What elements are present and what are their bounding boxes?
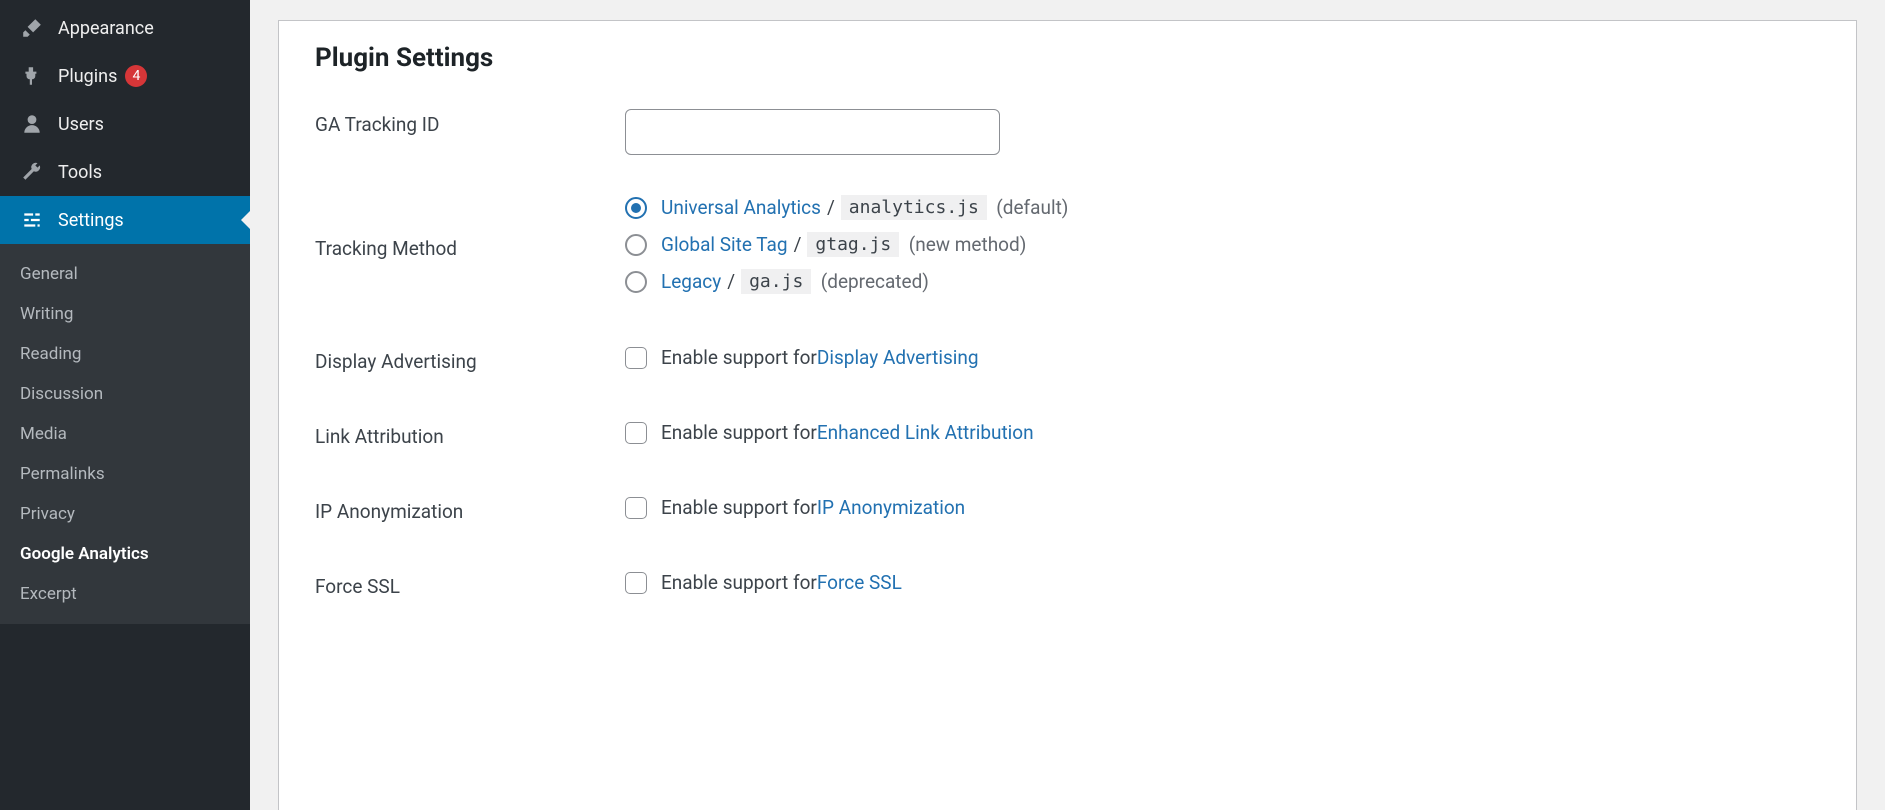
universal-analytics-link[interactable]: Universal Analytics (661, 196, 821, 219)
row-tracking-method: Tracking Method Universal Analytics / an… (315, 195, 1820, 306)
submenu-item-excerpt[interactable]: Excerpt (0, 574, 250, 614)
analytics-js-code: analytics.js (841, 195, 987, 220)
force-ssl-option[interactable]: Enable support for Force SSL (625, 571, 1820, 594)
sidebar-item-label: Plugins (58, 66, 117, 87)
ip-anonymization-option[interactable]: Enable support for IP Anonymization (625, 496, 1820, 519)
global-site-tag-link[interactable]: Global Site Tag (661, 233, 788, 256)
link-attribution-prefix: Enable support for (661, 421, 817, 444)
submenu-item-writing[interactable]: Writing (0, 294, 250, 334)
ga-js-code: ga.js (741, 269, 811, 294)
row-ga-tracking-id: GA Tracking ID (315, 109, 1820, 155)
link-attribution-option[interactable]: Enable support for Enhanced Link Attribu… (625, 421, 1820, 444)
row-display-advertising: Display Advertising Enable support for D… (315, 346, 1820, 381)
link-attribution-label: Link Attribution (315, 421, 625, 448)
force-ssl-link[interactable]: Force SSL (817, 571, 902, 594)
display-advertising-prefix: Enable support for (661, 346, 817, 369)
row-ip-anonymization: IP Anonymization Enable support for IP A… (315, 496, 1820, 531)
main-content: Plugin Settings GA Tracking ID Tracking … (250, 0, 1885, 810)
display-advertising-label: Display Advertising (315, 346, 625, 373)
tracking-method-legacy[interactable]: Legacy / ga.js (deprecated) (625, 269, 1820, 294)
sidebar-item-settings[interactable]: Settings (0, 196, 250, 244)
submenu-item-discussion[interactable]: Discussion (0, 374, 250, 414)
submenu-item-reading[interactable]: Reading (0, 334, 250, 374)
tracking-method-label: Tracking Method (315, 195, 625, 260)
sidebar-item-users[interactable]: Users (0, 100, 250, 148)
legacy-note: (deprecated) (821, 270, 929, 293)
gtag-js-code: gtag.js (807, 232, 899, 257)
sidebar-item-label: Appearance (58, 18, 154, 39)
tracking-method-gtag[interactable]: Global Site Tag / gtag.js (new method) (625, 232, 1820, 257)
ip-anonymization-prefix: Enable support for (661, 496, 817, 519)
brush-icon (18, 16, 46, 40)
page-title: Plugin Settings (315, 43, 1820, 73)
display-advertising-checkbox[interactable] (625, 347, 647, 369)
legacy-link[interactable]: Legacy (661, 270, 721, 293)
submenu-item-google-analytics[interactable]: Google Analytics (0, 534, 250, 574)
force-ssl-prefix: Enable support for (661, 571, 817, 594)
tracking-method-universal-radio[interactable] (625, 197, 647, 219)
plugins-update-badge: 4 (125, 65, 147, 87)
settings-submenu: General Writing Reading Discussion Media… (0, 244, 250, 624)
ip-anonymization-checkbox[interactable] (625, 497, 647, 519)
sidebar-item-plugins[interactable]: Plugins 4 (0, 52, 250, 100)
sidebar-item-appearance[interactable]: Appearance (0, 4, 250, 52)
row-link-attribution: Link Attribution Enable support for Enha… (315, 421, 1820, 456)
tracking-method-universal[interactable]: Universal Analytics / analytics.js (defa… (625, 195, 1820, 220)
sliders-icon (18, 208, 46, 232)
ga-tracking-id-label: GA Tracking ID (315, 109, 625, 136)
submenu-item-general[interactable]: General (0, 254, 250, 294)
submenu-item-privacy[interactable]: Privacy (0, 494, 250, 534)
ip-anonymization-label: IP Anonymization (315, 496, 625, 523)
ip-anonymization-link[interactable]: IP Anonymization (817, 496, 965, 519)
tracking-method-gtag-radio[interactable] (625, 234, 647, 256)
universal-note: (default) (996, 196, 1068, 219)
sidebar-item-label: Tools (58, 162, 102, 183)
tracking-method-legacy-radio[interactable] (625, 271, 647, 293)
plugin-settings-panel: Plugin Settings GA Tracking ID Tracking … (278, 20, 1857, 810)
force-ssl-label: Force SSL (315, 571, 625, 598)
admin-sidebar: Appearance Plugins 4 Users Tools S (0, 0, 250, 810)
row-force-ssl: Force SSL Enable support for Force SSL (315, 571, 1820, 606)
enhanced-link-attribution-link[interactable]: Enhanced Link Attribution (817, 421, 1034, 444)
force-ssl-checkbox[interactable] (625, 572, 647, 594)
sidebar-item-tools[interactable]: Tools (0, 148, 250, 196)
wrench-icon (18, 160, 46, 184)
display-advertising-link[interactable]: Display Advertising (817, 346, 979, 369)
display-advertising-option[interactable]: Enable support for Display Advertising (625, 346, 1820, 369)
ga-tracking-id-input[interactable] (625, 109, 1000, 155)
user-icon (18, 112, 46, 136)
submenu-item-permalinks[interactable]: Permalinks (0, 454, 250, 494)
sidebar-item-label: Users (58, 114, 104, 135)
sidebar-item-label: Settings (58, 210, 124, 231)
plug-icon (18, 64, 46, 88)
gtag-note: (new method) (909, 233, 1027, 256)
link-attribution-checkbox[interactable] (625, 422, 647, 444)
submenu-item-media[interactable]: Media (0, 414, 250, 454)
